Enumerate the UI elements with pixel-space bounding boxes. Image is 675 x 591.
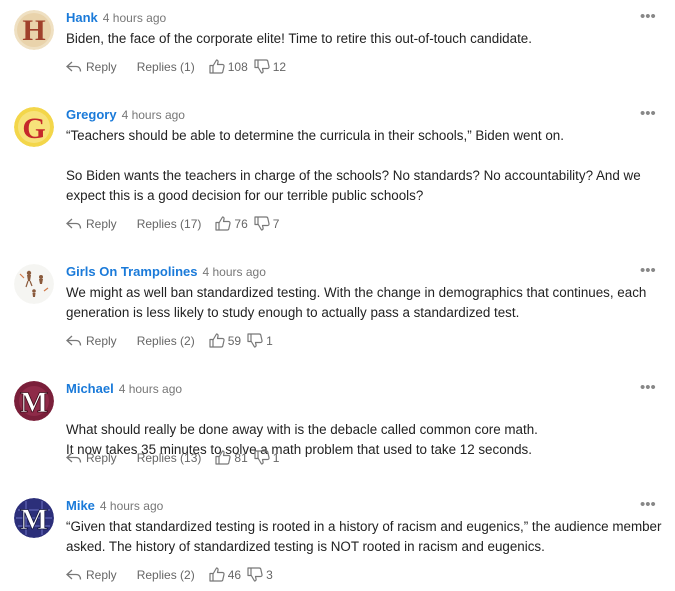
comment-body: Biden, the face of the corporate elite! … <box>66 29 666 49</box>
author-name[interactable]: Hank <box>66 10 98 25</box>
reply-button[interactable]: Reply <box>66 334 117 348</box>
replies-button[interactable]: Replies (13) <box>137 451 202 465</box>
reply-label: Reply <box>86 567 117 582</box>
dislike-count: 12 <box>272 59 287 74</box>
replies-button[interactable]: Replies (2) <box>137 334 195 348</box>
reply-button[interactable]: Reply <box>66 60 117 74</box>
author-name[interactable]: Gregory <box>66 107 117 122</box>
comment-paragraph: “Teachers should be able to determine th… <box>66 128 564 143</box>
author-name[interactable]: Michael <box>66 381 114 396</box>
comment-body: What should really be done away with is … <box>66 400 666 480</box>
comment-header: Michael 4 hours ago <box>66 380 182 398</box>
comment-actions: Reply Replies (2) 59 1 <box>66 333 273 348</box>
comment-actions: Reply Replies (17) 76 7 <box>66 216 279 231</box>
like-button[interactable]: 76 <box>215 216 248 231</box>
thumbs-down-icon <box>254 450 270 465</box>
reply-label: Reply <box>86 450 117 465</box>
thumbs-down-icon <box>254 216 270 231</box>
more-options-icon[interactable]: ••• <box>640 106 656 121</box>
reply-arrow-icon <box>66 452 82 463</box>
dislike-count: 3 <box>266 567 273 582</box>
timestamp: 4 hours ago <box>102 11 167 25</box>
comment-header: Girls On Trampolines 4 hours ago <box>66 263 266 281</box>
thumbs-up-icon <box>209 59 225 74</box>
thumbs-down-icon <box>254 59 270 74</box>
comment-header: Gregory 4 hours ago <box>66 106 185 124</box>
like-count: 76 <box>234 216 248 231</box>
avatar[interactable] <box>14 264 54 304</box>
more-options-icon[interactable]: ••• <box>640 380 656 395</box>
thumbs-down-icon <box>247 333 263 348</box>
avatar[interactable]: M <box>14 498 54 538</box>
like-button[interactable]: 108 <box>209 59 248 74</box>
comment-body: We might as well ban standardized testin… <box>66 283 666 323</box>
like-count: 46 <box>227 567 242 582</box>
dislike-button[interactable]: 7 <box>254 216 280 231</box>
thumbs-up-icon <box>215 216 232 231</box>
timestamp: 4 hours ago <box>118 382 183 396</box>
like-button[interactable]: 81 <box>215 450 248 465</box>
reply-arrow-icon <box>66 218 82 229</box>
svg-text:M: M <box>20 386 48 419</box>
author-name[interactable]: Mike <box>66 498 95 513</box>
avatar[interactable]: M <box>14 381 54 421</box>
svg-text:G: G <box>22 112 45 145</box>
comment-body: “Given that standardized testing is root… <box>66 517 666 557</box>
svg-text:H: H <box>22 14 45 47</box>
reply-label: Reply <box>86 59 117 74</box>
dislike-count: 7 <box>272 216 280 231</box>
dislike-button[interactable]: 1 <box>247 333 273 348</box>
dislike-count: 1 <box>266 333 273 348</box>
reply-arrow-icon <box>66 61 82 72</box>
dislike-button[interactable]: 3 <box>247 567 273 582</box>
comment-paragraph: We might as well ban standardized testin… <box>66 285 647 320</box>
like-button[interactable]: 59 <box>209 333 241 348</box>
comment-header: Hank 4 hours ago <box>66 9 166 27</box>
thumbs-up-icon <box>209 333 225 348</box>
thumbs-up-icon <box>215 450 232 465</box>
comment-actions: Reply Replies (2) 46 3 <box>66 567 273 582</box>
more-options-icon[interactable]: ••• <box>640 263 656 278</box>
comment-body: “Teachers should be able to determine th… <box>66 126 666 206</box>
timestamp: 4 hours ago <box>99 499 164 513</box>
replies-button[interactable]: Replies (2) <box>137 568 195 582</box>
dislike-button[interactable]: 12 <box>254 59 286 74</box>
avatar[interactable]: H <box>14 10 54 50</box>
svg-text:M: M <box>20 503 48 536</box>
like-button[interactable]: 46 <box>209 567 241 582</box>
comment-paragraph: “Given that standardized testing is root… <box>66 519 662 554</box>
dislike-button[interactable]: 1 <box>254 450 280 465</box>
like-count: 108 <box>227 59 248 74</box>
thumbs-up-icon <box>209 567 225 582</box>
comment-paragraph: Biden, the face of the corporate elite! … <box>66 31 532 46</box>
comment-actions: Reply Replies (1) 108 12 <box>66 59 286 74</box>
timestamp: 4 hours ago <box>121 108 185 122</box>
reply-arrow-icon <box>66 569 82 580</box>
reply-arrow-icon <box>66 335 82 346</box>
like-count: 59 <box>227 333 242 348</box>
thumbs-down-icon <box>247 567 263 582</box>
author-name[interactable]: Girls On Trampolines <box>66 264 197 279</box>
reply-button[interactable]: Reply <box>66 568 117 582</box>
more-options-icon[interactable]: ••• <box>640 497 656 512</box>
comment-actions: Reply Replies (13) 81 1 <box>66 450 279 465</box>
replies-button[interactable]: Replies (1) <box>137 60 195 74</box>
like-count: 81 <box>234 450 248 465</box>
reply-label: Reply <box>86 333 117 348</box>
replies-button[interactable]: Replies (17) <box>137 217 202 231</box>
reply-button[interactable]: Reply <box>66 451 117 465</box>
avatar[interactable]: G <box>14 107 54 147</box>
comment-paragraph: So Biden wants the teachers in charge of… <box>66 168 641 203</box>
dislike-count: 1 <box>272 450 280 465</box>
comment-header: Mike 4 hours ago <box>66 497 163 515</box>
reply-button[interactable]: Reply <box>66 217 117 231</box>
timestamp: 4 hours ago <box>202 265 266 279</box>
reply-label: Reply <box>86 216 117 231</box>
more-options-icon[interactable]: ••• <box>640 9 656 24</box>
